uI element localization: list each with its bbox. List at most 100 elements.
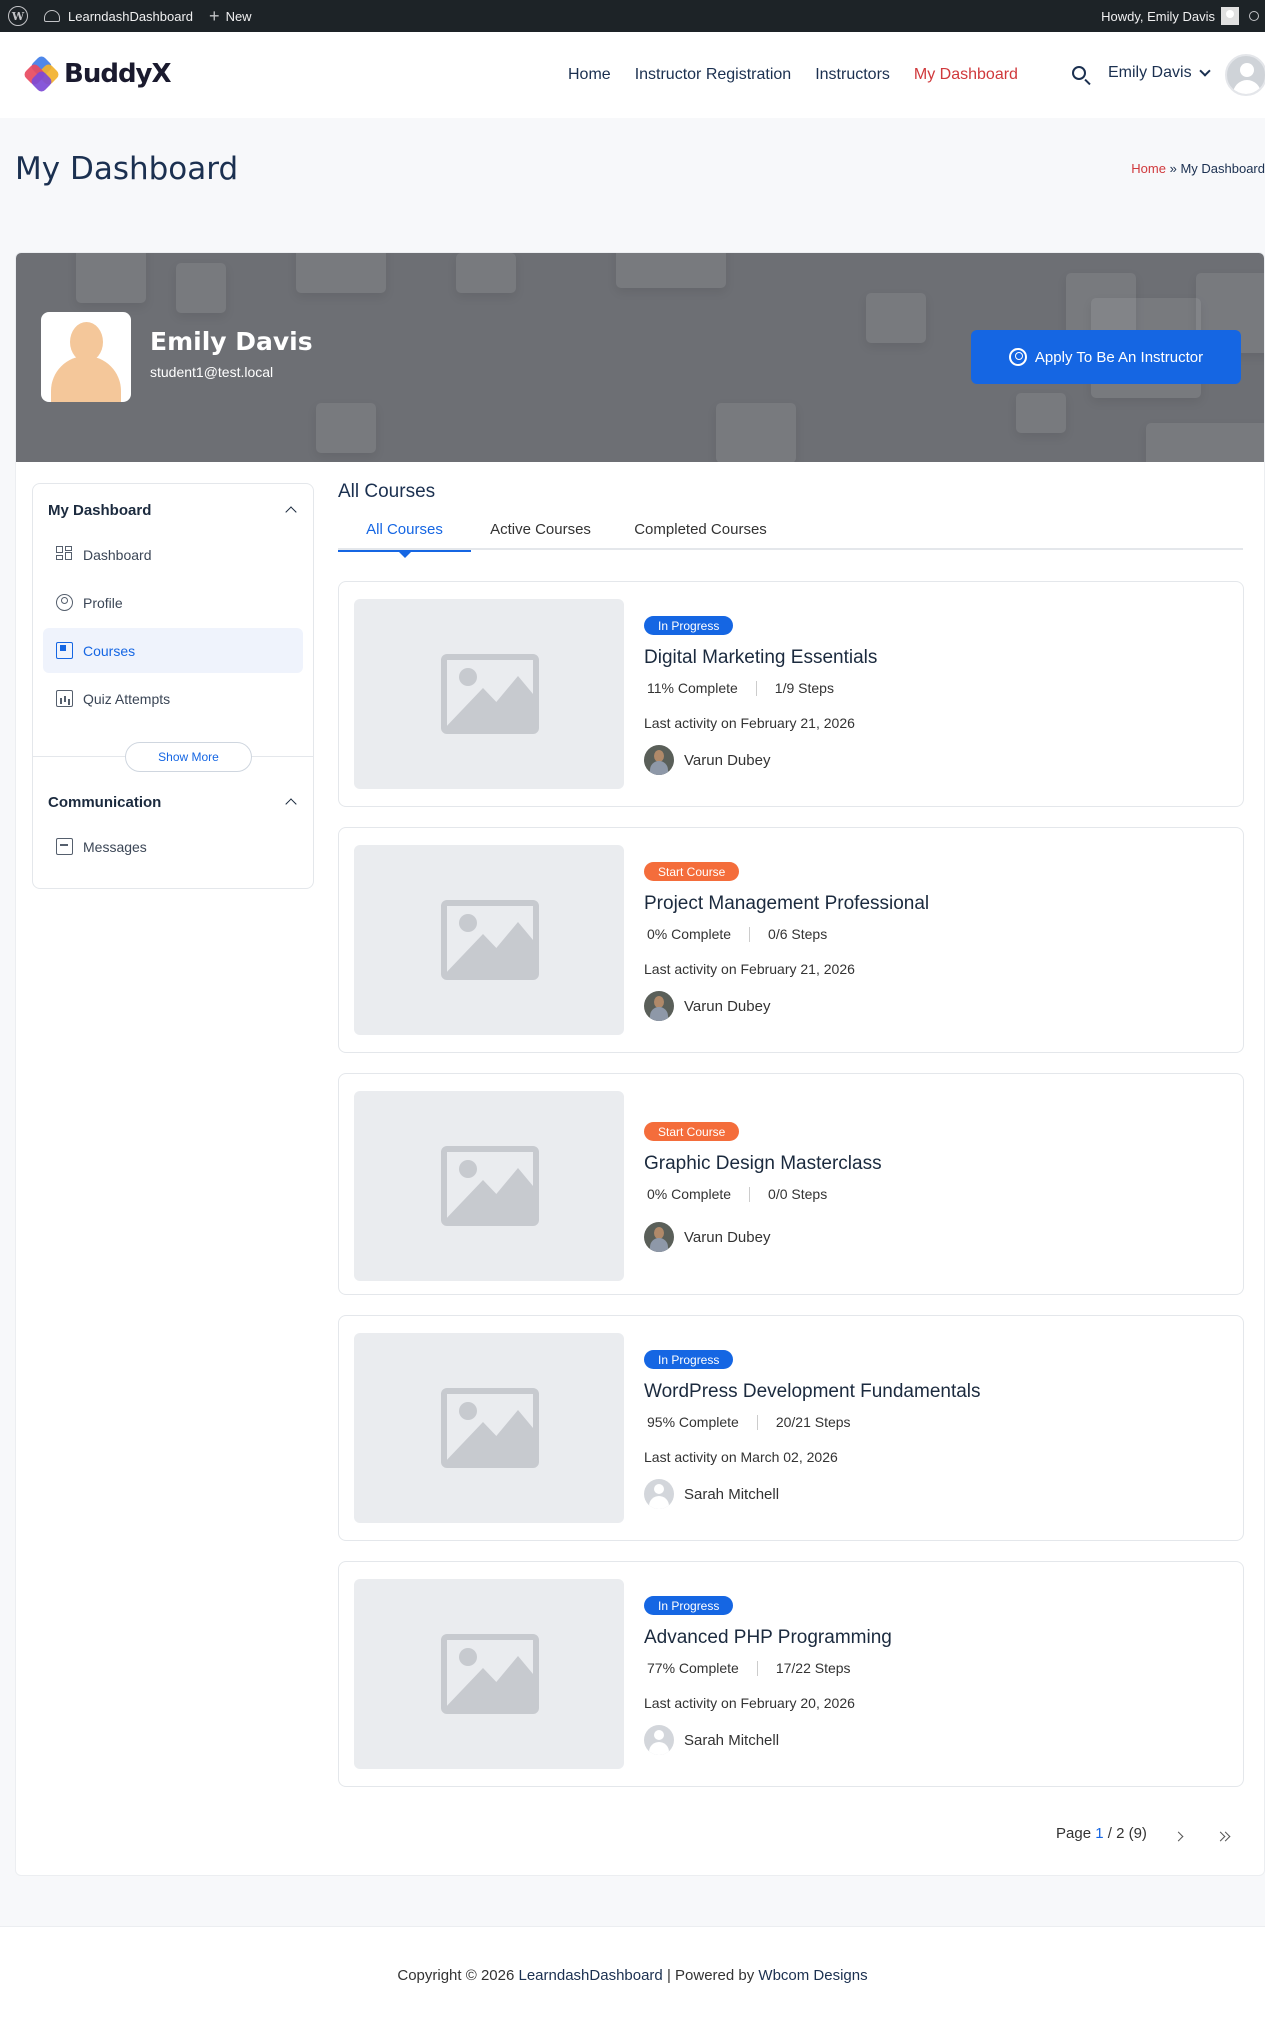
sidebar-group-my-dashboard[interactable]: My Dashboard bbox=[48, 502, 151, 519]
admin-search-icon[interactable] bbox=[1249, 11, 1259, 21]
course-card[interactable]: In Progress WordPress Development Fundam… bbox=[338, 1315, 1244, 1541]
header-avatar[interactable] bbox=[1225, 54, 1265, 96]
status-badge: In Progress bbox=[644, 616, 734, 635]
powered-by-text: | Powered by bbox=[666, 1967, 755, 1984]
course-title[interactable]: Graphic Design Masterclass bbox=[644, 1153, 882, 1175]
author-name: Varun Dubey bbox=[684, 1228, 771, 1246]
course-complete: 0% Complete bbox=[647, 926, 732, 942]
course-author[interactable]: Sarah Mitchell bbox=[644, 1725, 779, 1755]
course-card[interactable]: In Progress Advanced PHP Programming 77%… bbox=[338, 1561, 1244, 1787]
admin-howdy-text: Howdy, Emily Davis bbox=[1101, 8, 1215, 24]
course-steps: 1/9 Steps bbox=[774, 680, 834, 696]
show-more-button[interactable]: Show More bbox=[125, 742, 252, 772]
admin-new-button[interactable]: + New bbox=[201, 0, 260, 32]
course-thumbnail[interactable] bbox=[354, 845, 624, 1035]
buddyx-logo-icon bbox=[22, 54, 61, 94]
apply-instructor-button[interactable]: Apply To Be An Instructor bbox=[971, 330, 1241, 384]
user-circle-icon bbox=[1008, 348, 1027, 366]
nav-instructors[interactable]: Instructors bbox=[815, 66, 890, 84]
course-title[interactable]: WordPress Development Fundamentals bbox=[644, 1381, 981, 1403]
chevron-down-icon bbox=[1198, 64, 1211, 77]
course-thumbnail[interactable] bbox=[354, 1579, 624, 1769]
course-tabs: All Courses Active Courses Completed Cou… bbox=[338, 509, 1243, 558]
admin-account-menu[interactable]: Howdy, Emily Davis bbox=[1093, 0, 1239, 32]
course-thumbnail[interactable] bbox=[354, 1091, 624, 1281]
sidebar-item-dashboard[interactable]: Dashboard bbox=[43, 532, 303, 577]
nav-instructor-registration[interactable]: Instructor Registration bbox=[635, 66, 792, 84]
user-menu-name: Emily Davis bbox=[1108, 64, 1192, 81]
course-card[interactable]: In Progress Digital Marketing Essentials… bbox=[338, 581, 1244, 807]
course-stats: 77% Complete 17/22 Steps bbox=[647, 1660, 851, 1676]
course-stats: 0% Complete 0/6 Steps bbox=[647, 926, 827, 942]
course-title[interactable]: Project Management Professional bbox=[644, 893, 929, 915]
dashboard-panel: Emily Davis student1@test.local Apply To… bbox=[15, 252, 1265, 1876]
chevron-up-icon[interactable] bbox=[285, 506, 297, 518]
tab-completed-courses[interactable]: Completed Courses bbox=[628, 509, 773, 550]
image-placeholder-icon bbox=[441, 1388, 539, 1468]
page-title: My Dashboard bbox=[15, 151, 239, 187]
sidebar-group-communication[interactable]: Communication bbox=[48, 794, 161, 811]
site-footer: Copyright © 2026 LearndashDashboard | Po… bbox=[0, 1926, 1265, 2017]
course-author[interactable]: Sarah Mitchell bbox=[644, 1479, 779, 1509]
profile-icon bbox=[56, 594, 73, 611]
course-card[interactable]: Start Course Project Management Professi… bbox=[338, 827, 1244, 1053]
dashboard-icon bbox=[56, 546, 73, 563]
wordpress-logo-button[interactable]: W bbox=[0, 0, 36, 32]
course-author[interactable]: Varun Dubey bbox=[644, 745, 770, 775]
sidebar-item-profile[interactable]: Profile bbox=[43, 580, 303, 625]
wordpress-icon: W bbox=[8, 6, 28, 26]
course-steps: 20/21 Steps bbox=[775, 1414, 851, 1430]
pager-prefix: Page bbox=[1056, 1825, 1092, 1842]
sidebar-item-label: Dashboard bbox=[83, 546, 152, 563]
footer-copyright: Copyright © 2026 LearndashDashboard | Po… bbox=[0, 1967, 1265, 1984]
sidebar-item-messages[interactable]: Messages bbox=[43, 824, 303, 869]
admin-bar: W LearndashDashboard + New Howdy, Emily … bbox=[0, 0, 1265, 32]
course-steps: 0/0 Steps bbox=[768, 1186, 828, 1202]
footer-site-link[interactable]: LearndashDashboard bbox=[519, 1967, 663, 1984]
apply-instructor-label: Apply To Be An Instructor bbox=[1034, 348, 1204, 366]
course-author[interactable]: Varun Dubey bbox=[644, 1222, 770, 1252]
course-title[interactable]: Digital Marketing Essentials bbox=[644, 647, 877, 669]
breadcrumb-home[interactable]: Home bbox=[1131, 161, 1166, 176]
tab-active-courses[interactable]: Active Courses bbox=[478, 509, 603, 550]
pager-total: / 2 (9) bbox=[1107, 1825, 1147, 1842]
sidebar-item-label: Courses bbox=[83, 642, 136, 659]
course-thumbnail[interactable] bbox=[354, 1333, 624, 1523]
site-header: BuddyX Home Instructor Registration Inst… bbox=[0, 32, 1265, 118]
tab-all-courses[interactable]: All Courses bbox=[338, 509, 471, 558]
course-card[interactable]: Start Course Graphic Design Masterclass … bbox=[338, 1073, 1244, 1295]
status-badge: Start Course bbox=[644, 1122, 740, 1141]
footer-company-link[interactable]: Wbcom Designs bbox=[758, 1967, 867, 1984]
page-title-bar: My Dashboard Home » My Dashboard bbox=[0, 118, 1265, 220]
courses-section-title: All Courses bbox=[338, 481, 436, 502]
admin-new-label: New bbox=[225, 8, 252, 24]
site-logo[interactable]: BuddyX bbox=[22, 54, 172, 94]
sidebar-item-quiz-attempts[interactable]: Quiz Attempts bbox=[43, 676, 303, 721]
main-nav: Home Instructor Registration Instructors… bbox=[568, 32, 1042, 118]
image-placeholder-icon bbox=[441, 1634, 539, 1714]
nav-my-dashboard[interactable]: My Dashboard bbox=[914, 66, 1018, 84]
chevron-up-icon[interactable] bbox=[285, 798, 297, 810]
admin-site-link[interactable]: LearndashDashboard bbox=[36, 0, 201, 32]
breadcrumb: Home » My Dashboard bbox=[1131, 161, 1265, 176]
sidebar-item-courses[interactable]: Courses bbox=[43, 628, 303, 673]
course-complete: 77% Complete bbox=[647, 1660, 739, 1676]
last-page-button[interactable] bbox=[1208, 1821, 1238, 1851]
profile-avatar bbox=[41, 312, 131, 402]
sidebar-item-label: Messages bbox=[83, 838, 147, 855]
course-author[interactable]: Varun Dubey bbox=[644, 991, 770, 1021]
brand-name: BuddyX bbox=[64, 59, 172, 89]
search-icon[interactable] bbox=[1072, 66, 1086, 80]
course-title[interactable]: Advanced PHP Programming bbox=[644, 1627, 892, 1649]
course-thumbnail[interactable] bbox=[354, 599, 624, 789]
pager-current: 1 bbox=[1095, 1825, 1104, 1842]
user-menu-toggle[interactable]: Emily Davis bbox=[1108, 64, 1211, 82]
nav-home[interactable]: Home bbox=[568, 66, 611, 84]
chevron-right-icon bbox=[1173, 1831, 1183, 1841]
author-name: Sarah Mitchell bbox=[684, 1731, 780, 1749]
next-page-button[interactable] bbox=[1163, 1821, 1193, 1851]
course-last-activity: Last activity on February 20, 2026 bbox=[644, 1695, 855, 1711]
course-complete: 11% Complete bbox=[647, 680, 738, 696]
author-name: Sarah Mitchell bbox=[684, 1485, 780, 1503]
course-steps: 17/22 Steps bbox=[775, 1660, 851, 1676]
